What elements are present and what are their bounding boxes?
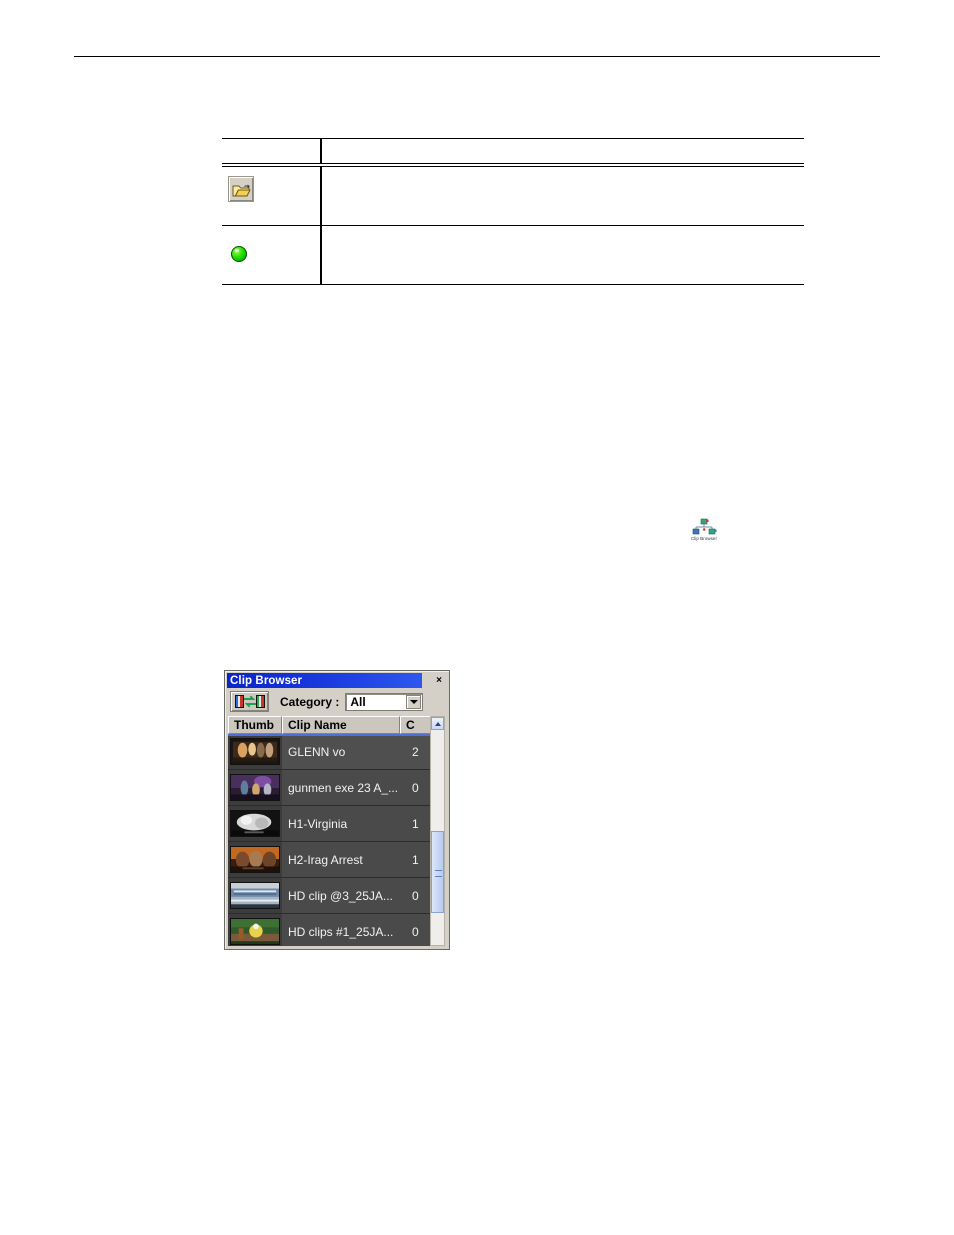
table-row-icon-cell xyxy=(222,167,322,225)
clip-thumbnail-icon xyxy=(230,846,280,873)
clip-name: gunmen exe 23 A_... xyxy=(288,780,399,795)
list-item[interactable]: gunmen exe 23 A_... 0 xyxy=(228,770,434,806)
category-label: Category : xyxy=(280,694,340,709)
clip-browser-titlebar[interactable]: Clip Browser xyxy=(227,673,422,688)
open-folder-icon xyxy=(228,176,254,202)
clip-browser-window: Clip Browser × Category : All Thumb Clip… xyxy=(224,670,450,950)
clip-thumbnail-icon xyxy=(230,918,280,945)
clip-thumbnail-cell xyxy=(228,734,282,769)
clip-name: H1-Virginia xyxy=(288,816,348,831)
color-bars-swap-icon xyxy=(234,695,265,708)
category-selected-value: All xyxy=(350,694,366,709)
clip-name: HD clips #1_25JA... xyxy=(288,924,394,939)
list-item[interactable]: HD clips #1_25JA... 0 xyxy=(228,914,434,946)
clip-thumbnail-icon xyxy=(230,738,280,765)
icon-reference-table xyxy=(222,138,804,285)
view-toggle-button[interactable] xyxy=(230,691,269,712)
clip-thumbnail-cell xyxy=(228,878,282,913)
clip-list-column-headers: Thumb Clip Name C xyxy=(228,716,434,734)
column-header-thumb[interactable]: Thumb xyxy=(228,716,282,734)
list-item[interactable]: HD clip @3_25JA... 0 xyxy=(228,878,434,914)
clip-thumbnail-cell xyxy=(228,806,282,841)
clip-name: GLENN vo xyxy=(288,744,346,759)
table-row-description-cell xyxy=(322,226,804,284)
clip-thumbnail-icon xyxy=(230,882,280,909)
list-item[interactable]: GLENN vo 2 xyxy=(228,734,434,770)
column-header-clip-name[interactable]: Clip Name xyxy=(282,716,400,734)
clip-browser-shortcut[interactable]: Clip Browser xyxy=(686,517,722,542)
table-row-description-cell xyxy=(322,167,804,225)
table-header-icon-cell xyxy=(222,139,322,163)
chevron-down-icon[interactable] xyxy=(406,694,422,709)
table-bottom-border xyxy=(222,284,804,285)
page-header-divider xyxy=(74,56,880,57)
clip-list-scrollbar[interactable] xyxy=(430,716,445,946)
list-item[interactable]: H1-Virginia 1 xyxy=(228,806,434,842)
clip-name: HD clip @3_25JA... xyxy=(288,888,393,903)
table-row xyxy=(222,167,804,225)
clip-browser-toolbar: Category : All xyxy=(227,689,449,714)
clip-list[interactable]: GLENN vo 2 gunmen exe 23 A_... 0 H1-Virg… xyxy=(228,734,434,946)
scrollbar-thumb[interactable] xyxy=(431,831,444,913)
table-header-row xyxy=(222,139,804,163)
clip-browser-shortcut-label: Clip Browser xyxy=(690,536,718,541)
page-header xyxy=(74,45,880,57)
close-icon[interactable]: × xyxy=(432,674,446,687)
table-header-description-cell xyxy=(322,139,804,163)
clip-name: H2-Irag Arrest xyxy=(288,852,363,867)
open-folder-glyph xyxy=(232,184,251,197)
clip-browser-shortcut-icon xyxy=(692,518,717,535)
table-row xyxy=(222,226,804,284)
list-item[interactable]: H2-Irag Arrest 1 xyxy=(228,842,434,878)
column-header-third[interactable]: C xyxy=(400,716,434,734)
chevron-up-icon[interactable] xyxy=(431,717,444,730)
green-status-led-icon xyxy=(231,246,247,262)
clip-thumbnail-icon xyxy=(230,774,280,801)
clip-thumbnail-cell xyxy=(228,914,282,946)
scroll-grip-icon xyxy=(435,870,442,877)
clip-thumbnail-cell xyxy=(228,842,282,877)
table-row-icon-cell xyxy=(222,226,322,284)
clip-thumbnail-cell xyxy=(228,770,282,805)
category-select[interactable]: All xyxy=(345,692,424,711)
clip-browser-title: Clip Browser xyxy=(230,674,303,687)
clip-thumbnail-icon xyxy=(230,810,280,837)
